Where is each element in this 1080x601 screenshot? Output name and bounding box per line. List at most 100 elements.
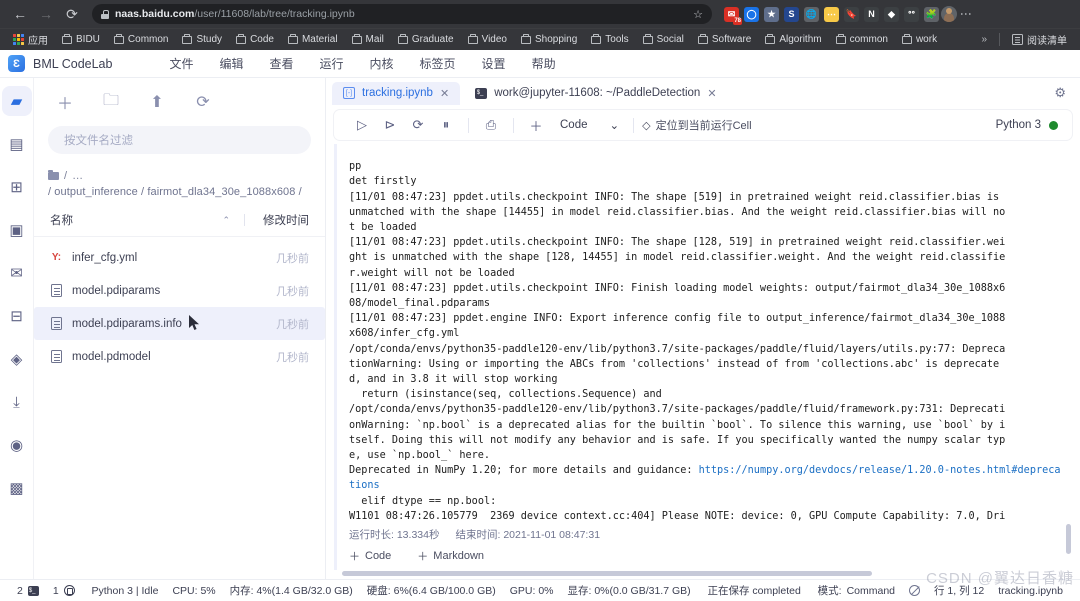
sort-ascending-icon[interactable]: ⌃ — [222, 215, 230, 226]
column-header-name[interactable]: 名称 — [50, 212, 222, 228]
bookmark-common[interactable]: Common — [107, 31, 176, 49]
sidebar-item-toolbox[interactable]: ▣ — [2, 215, 32, 245]
scrollbar-thumb[interactable] — [342, 571, 872, 576]
save-notebook-button[interactable]: ⎙ — [477, 113, 505, 137]
restart-kernel-button[interactable]: ⟳ — [404, 113, 432, 137]
bookmark-common[interactable]: common — [829, 31, 895, 49]
notebook-horizontal-scrollbar[interactable] — [342, 570, 1064, 577]
sidebar-item-dataset[interactable]: ⊞ — [2, 172, 32, 202]
forward-button[interactable]: → — [34, 2, 58, 26]
sidebar-item-extensions[interactable]: ⊟ — [2, 301, 32, 331]
new-launcher-button[interactable]: ＋ — [56, 93, 74, 111]
s-extension[interactable]: S — [784, 7, 799, 22]
bookmark-work[interactable]: work — [895, 31, 944, 49]
menu-运行[interactable]: 运行 — [307, 52, 357, 75]
upload-button[interactable]: ⬆ — [148, 93, 166, 111]
puzzle-extension[interactable]: 🧩 — [924, 7, 939, 22]
kernel-indicator[interactable]: Python 3 — [996, 119, 1058, 131]
forward-arrow-icon: → — [39, 6, 53, 22]
back-button[interactable]: ← — [8, 2, 32, 26]
glasses-extension[interactable]: ᐤᐤ — [904, 7, 919, 22]
menu-内核[interactable]: 内核 — [357, 52, 407, 75]
cursor-position[interactable]: 行 1, 列 12 — [927, 583, 991, 598]
run-all-button[interactable]: ⊳ — [376, 113, 404, 137]
file-list-item[interactable]: model.pdmodel几秒前 — [34, 340, 325, 373]
tab-terminal[interactable]: $_work@jupyter-11608: ~/PaddleDetection✕ — [464, 82, 727, 105]
file-filter-input[interactable]: 按文件名过滤 — [48, 126, 311, 154]
file-list-item[interactable]: Y:infer_cfg.yml几秒前 — [34, 241, 325, 274]
add-markdown-cell-button[interactable]: ＋ Markdown — [417, 548, 484, 564]
browser-menu-button[interactable]: ⋮ — [962, 8, 970, 20]
bookmark-shopping[interactable]: Shopping — [514, 31, 584, 49]
close-icon[interactable]: ✕ — [707, 87, 716, 100]
notebook-vertical-scrollbar[interactable] — [1065, 144, 1072, 570]
interrupt-kernel-button[interactable]: ⏸ — [432, 113, 460, 137]
menu-设置[interactable]: 设置 — [469, 52, 519, 75]
address-bar[interactable]: naas.baidu.com/user/11608/lab/tree/track… — [92, 4, 712, 24]
bookmark-mail[interactable]: Mail — [345, 31, 391, 49]
insert-cell-button[interactable]: ＋ — [522, 113, 550, 137]
reload-button[interactable]: ⟳ — [60, 2, 84, 26]
bookmark-应用[interactable]: 应用 — [6, 31, 55, 49]
terminal-count[interactable]: 2 $_ — [10, 585, 46, 597]
breadcrumb-root-row[interactable]: / … — [48, 170, 311, 182]
settings-gear-icon[interactable]: ⚙ — [1054, 85, 1066, 101]
kernel-count[interactable]: 1 — [46, 585, 82, 597]
globe-extension[interactable]: 🌐 — [804, 7, 819, 22]
refresh-button[interactable]: ⟳ — [194, 93, 212, 111]
diamond-extension[interactable]: ◆ — [884, 7, 899, 22]
bookmark-extension[interactable]: 🔖 — [844, 7, 859, 22]
file-list-item[interactable]: model.pdiparams几秒前 — [34, 274, 325, 307]
app-body: ▰ ▤ ⊞ ▣ ✉ ⊟ ◈ ⤓ ◉ ▩ ＋ 🗀 ⬆ ⟳ 按文件名过滤 / … / output_infe… — [0, 78, 1080, 579]
notion-extension[interactable]: N — [864, 7, 879, 22]
breadcrumb-path[interactable]: / output_inference / fairmot_dla34_30e_1… — [48, 186, 311, 198]
kernel-status[interactable]: Python 3 | Idle — [85, 585, 166, 597]
bookmark-social[interactable]: Social — [636, 31, 691, 49]
breadcrumb-ellipsis[interactable]: … — [72, 170, 83, 182]
bookmark-tools[interactable]: Tools — [584, 31, 635, 49]
breadcrumb-root[interactable]: / — [64, 170, 67, 182]
sidebar-item-download[interactable]: ⤓ — [2, 387, 32, 417]
bookmark-algorithm[interactable]: Algorithm — [758, 31, 828, 49]
circle-extension[interactable]: ◯ — [744, 7, 759, 22]
add-code-cell-button[interactable]: ＋ Code — [349, 548, 391, 564]
run-cell-button[interactable]: ▷ — [348, 113, 376, 137]
sidebar-item-message[interactable]: ✉ — [2, 258, 32, 288]
gpu-icon: ◉ — [10, 438, 23, 453]
cell-type-select[interactable]: Code ⌄ — [550, 118, 625, 132]
sidebar-item-layers[interactable]: ◈ — [2, 344, 32, 374]
star-extension[interactable]: ★ — [764, 7, 779, 22]
menu-帮助[interactable]: 帮助 — [519, 52, 569, 75]
menu-文件[interactable]: 文件 — [156, 52, 206, 75]
dots-extension[interactable]: ⋯ — [824, 7, 839, 22]
bookmark-bidu[interactable]: BIDU — [55, 31, 107, 49]
tab-notebook[interactable]: [-]tracking.ipynb✕ — [332, 82, 460, 105]
locate-running-cell-button[interactable]: ◇ 定位到当前运行Cell — [642, 117, 751, 133]
bookmark-study[interactable]: Study — [175, 31, 229, 49]
bookmark-code[interactable]: Code — [229, 31, 281, 49]
edit-mode[interactable]: 模式: Command — [811, 583, 902, 598]
save-status: 正在保存 completed — [700, 583, 807, 598]
column-header-modified[interactable]: 修改时间 — [263, 212, 309, 228]
bookmark-video[interactable]: Video — [461, 31, 514, 49]
sidebar-item-file-browser[interactable]: ▰ — [2, 86, 32, 116]
bookmark-material[interactable]: Material — [281, 31, 345, 49]
reading-list-button[interactable]: 阅读清单 — [1005, 31, 1074, 49]
menu-编辑[interactable]: 编辑 — [206, 52, 256, 75]
menu-查看[interactable]: 查看 — [256, 52, 306, 75]
menu-标签页[interactable]: 标签页 — [407, 52, 469, 75]
sidebar-item-gpu[interactable]: ◉ — [2, 430, 32, 460]
profile-avatar[interactable] — [941, 6, 957, 22]
sidebar-item-running[interactable]: ▤ — [2, 129, 32, 159]
file-list-item[interactable]: model.pdiparams.info几秒前 — [34, 307, 325, 340]
bookmark-software[interactable]: Software — [691, 31, 758, 49]
scrollbar-thumb[interactable] — [1066, 524, 1071, 554]
bookmark-star-icon[interactable]: ☆ — [693, 8, 703, 21]
new-folder-button[interactable]: 🗀 — [102, 93, 120, 111]
bookmark-graduate[interactable]: Graduate — [391, 31, 461, 49]
document-file-icon — [50, 349, 63, 364]
close-icon[interactable]: ✕ — [440, 87, 449, 100]
sidebar-item-chip[interactable]: ▩ — [2, 473, 32, 503]
bookmarks-overflow-button[interactable]: » — [974, 34, 994, 45]
mail-extension[interactable]: ✉78 — [724, 7, 739, 22]
